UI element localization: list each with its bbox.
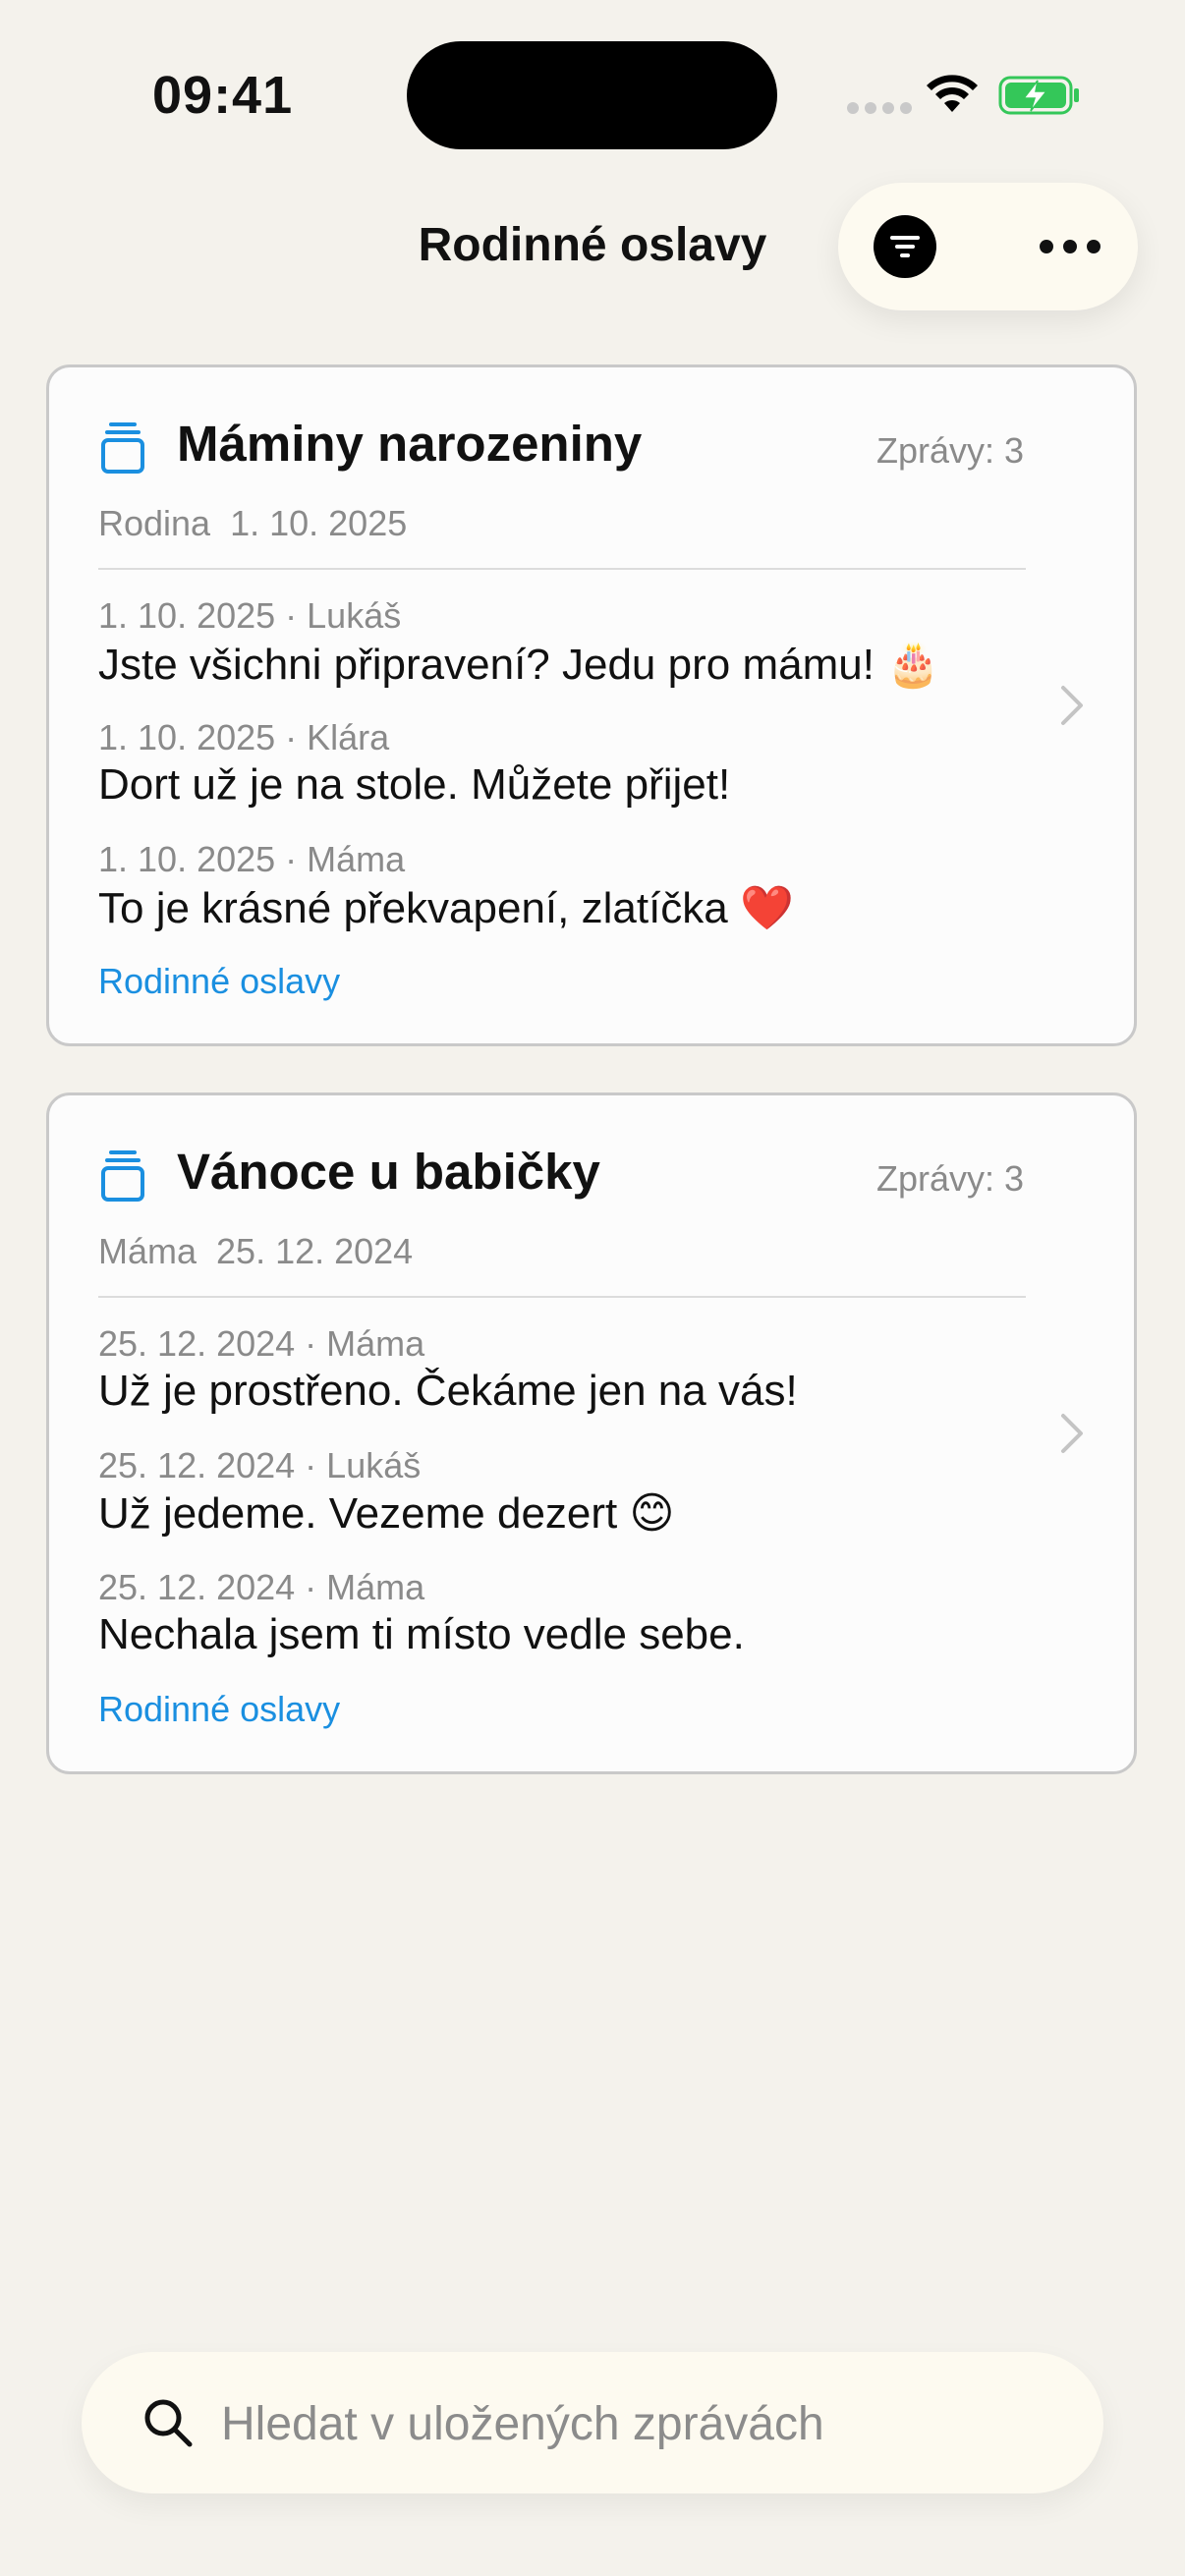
message-meta: 1. 10. 2025 · Lukáš (98, 595, 402, 636)
group-link[interactable]: Rodinné oslavy (98, 1689, 340, 1730)
card-subtitle: Máma 25. 12. 2024 (98, 1231, 414, 1271)
divider (98, 568, 1026, 570)
message-text: To je krásné překvapení, zlatíčka ❤️ (98, 884, 794, 932)
group-link[interactable]: Rodinné oslavy (98, 961, 340, 1002)
message-text: Dort už je na stole. Můžete přijet! (98, 760, 731, 809)
divider (98, 1296, 1026, 1298)
header-actions (838, 183, 1138, 310)
more-icon (1040, 240, 1053, 253)
cellular-signal-icon (847, 102, 912, 114)
stack-icon (101, 422, 144, 474)
chevron-right-icon (1061, 1414, 1083, 1453)
message-meta: 25. 12. 2024 · Lukáš (98, 1445, 422, 1485)
message-text: Už je prostřeno. Čekáme jen na vás! (98, 1367, 798, 1415)
message-meta: 1. 10. 2025 · Máma (98, 839, 406, 879)
message-text: Jste všichni připravení? Jedu pro mámu! … (98, 641, 940, 689)
wifi-icon (927, 75, 978, 112)
card-subtitle: Rodina 1. 10. 2025 (98, 503, 408, 543)
message-text: Nechala jsem ti místo vedle sebe. (98, 1610, 745, 1658)
message-count: Zprávy: 3 (875, 1158, 1024, 1199)
filter-button[interactable] (874, 215, 936, 278)
stack-icon (101, 1150, 144, 1202)
dynamic-island (407, 41, 777, 149)
message-meta: 25. 12. 2024 · Máma (98, 1323, 425, 1364)
more-button[interactable] (1031, 215, 1109, 278)
message-meta: 1. 10. 2025 · Klára (98, 717, 390, 757)
message-count: Zprávy: 3 (875, 430, 1024, 471)
search-bar[interactable] (82, 2352, 1103, 2493)
page-title: Rodinné oslavy (418, 219, 767, 271)
card-title: Vánoce u babičky (177, 1144, 600, 1200)
card-title: Máminy narozeniny (177, 416, 643, 472)
message-meta: 25. 12. 2024 · Máma (98, 1567, 425, 1607)
filter-icon (890, 236, 920, 257)
conversation-card[interactable]: Máminy narozeniny Zprávy: 3 Rodina 1. 10… (46, 364, 1137, 1046)
chevron-right-icon (1061, 686, 1083, 725)
battery-charging-icon (998, 76, 1079, 115)
search-input[interactable] (219, 2387, 1068, 2460)
conversation-card[interactable]: Vánoce u babičky Zprávy: 3 Máma 25. 12. … (46, 1092, 1137, 1774)
message-text: Už jedeme. Vezeme dezert 😊 (98, 1489, 675, 1538)
status-time: 09:41 (152, 66, 294, 125)
search-icon (144, 2399, 193, 2447)
